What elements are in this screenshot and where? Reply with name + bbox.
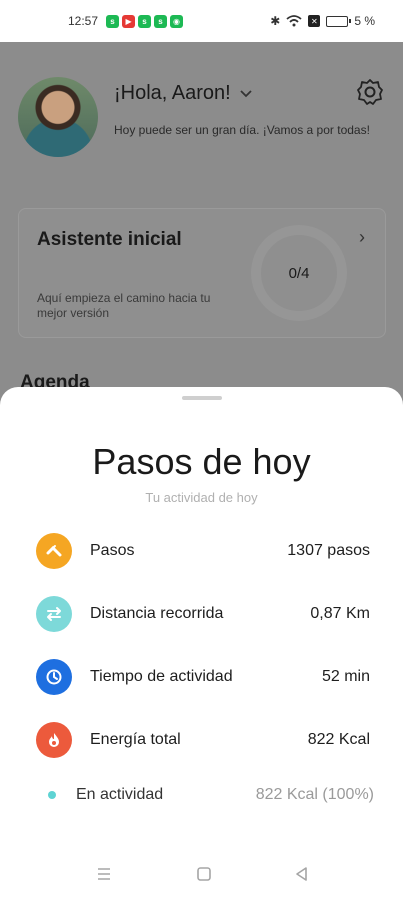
row-value: 822 Kcal [307, 731, 370, 748]
app-notification-icon: s [106, 14, 120, 28]
sheet-subtitle: Tu actividad de hoy [145, 490, 258, 505]
status-right: ✱ ✕ 5 % [270, 14, 375, 28]
menu-button[interactable] [94, 864, 114, 884]
menu-icon [98, 868, 110, 880]
row-label: Distancia recorrida [90, 605, 224, 622]
battery-icon [326, 15, 352, 27]
stat-subrow-active: En actividad 822 Kcal (100%) [48, 783, 374, 807]
card-description: Aquí empieza el camino hacia tu mejor ve… [37, 291, 211, 320]
app-notification-icon: ◉ [170, 14, 184, 28]
nfc-icon: ✕ [308, 15, 321, 27]
stat-row-energy: Energía total 822 Kcal [36, 720, 370, 760]
arrows-icon [36, 596, 72, 632]
system-navigation-bar [0, 850, 403, 900]
flame-icon [36, 722, 72, 758]
chevron-down-icon [240, 89, 252, 97]
stat-row-distance: Distancia recorrida 0,87 Km [36, 594, 370, 634]
card-title: Asistente inicial [37, 229, 182, 250]
app-notification-icon: s [154, 14, 168, 28]
progress-text: 0/4 [288, 264, 310, 282]
row-label: Tiempo de actividad [90, 668, 233, 685]
row-value: 1307 pasos [287, 542, 370, 559]
shoe-icon [36, 533, 72, 569]
greeting[interactable]: ¡Hola, Aaron! [114, 82, 253, 105]
gear-icon[interactable] [356, 78, 384, 106]
onboarding-card[interactable]: Asistente inicial Aquí empieza el camino… [18, 208, 386, 338]
home-button[interactable] [194, 864, 214, 884]
sheet-drag-handle[interactable] [182, 396, 222, 400]
battery-level: 5 % [354, 14, 375, 28]
notification-icons: s ▶ s s ◉ [106, 14, 184, 28]
youtube-notification-icon: ▶ [122, 14, 136, 28]
row-value: 0,87 Km [310, 605, 370, 622]
progress-ring: 0/4 [251, 225, 347, 321]
stat-row-activity-time: Tiempo de actividad 52 min [36, 657, 370, 697]
status-bar: 12:57 s ▶ s s ◉ ✱ ✕ 5 % [0, 0, 403, 42]
row-label: Energía total [90, 731, 181, 748]
wifi-icon [286, 15, 302, 27]
app-notification-icon: s [138, 14, 152, 28]
row-value: 52 min [321, 668, 370, 685]
clock-icon [36, 659, 72, 695]
status-time: 12:57 [68, 14, 99, 28]
avatar[interactable] [18, 77, 98, 157]
steps-bottom-sheet: Pasos de hoy Tu actividad de hoy Pasos 1… [0, 387, 403, 900]
legend-dot [48, 791, 56, 799]
back-triangle-icon [296, 867, 307, 881]
subrow-value: 822 Kcal (100%) [255, 786, 374, 803]
chevron-right-icon: › [359, 227, 365, 247]
greeting-text: ¡Hola, Aaron! [114, 82, 231, 104]
home-square-icon [197, 867, 211, 881]
row-label: Pasos [90, 542, 135, 559]
bluetooth-icon: ✱ [270, 14, 281, 28]
subrow-label: En actividad [76, 786, 164, 803]
back-button[interactable] [292, 864, 312, 884]
greeting-subtitle: Hoy puede ser un gran día. ¡Vamos a por … [114, 123, 370, 137]
sheet-title: Pasos de hoy [92, 441, 311, 482]
stat-row-steps: Pasos 1307 pasos [36, 531, 370, 571]
